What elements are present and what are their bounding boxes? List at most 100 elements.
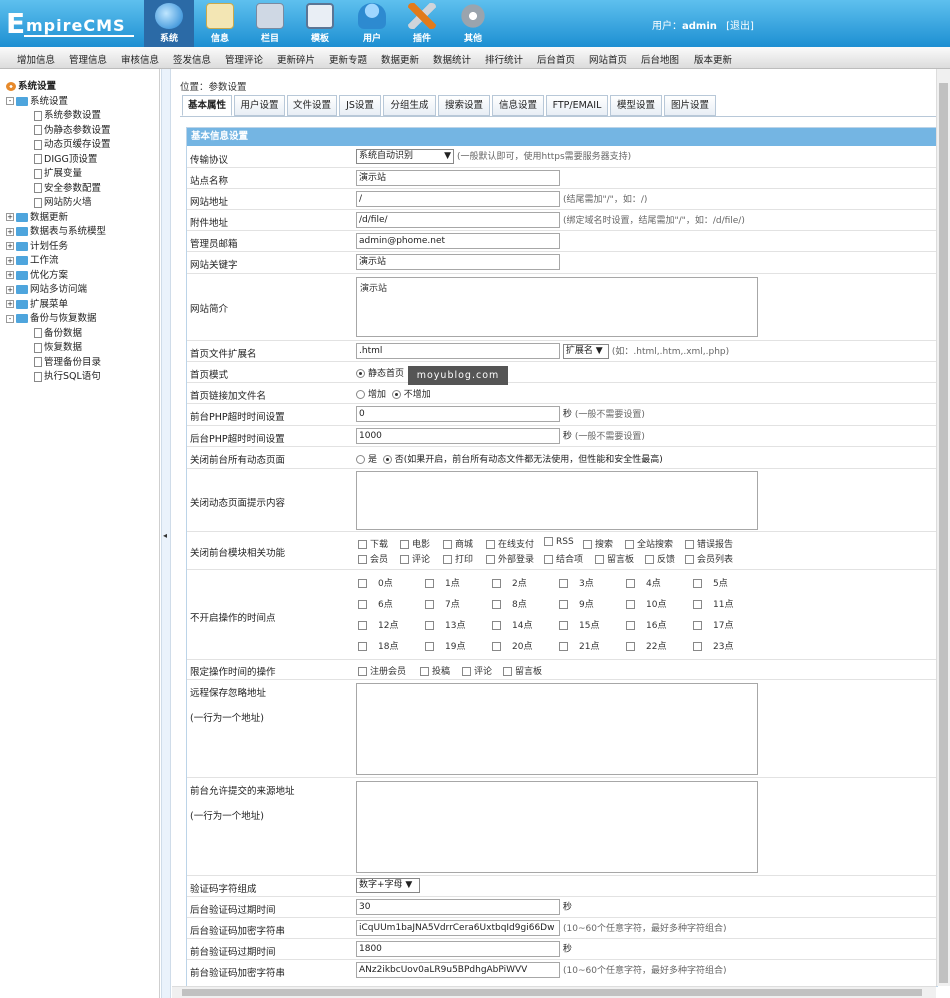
closemod-fullsearch[interactable]: 全站搜索 [625,537,673,550]
hour-checkbox[interactable]: 12点 [358,618,398,631]
collapse-icon[interactable]: - [6,314,14,323]
limitop-contribute[interactable]: 投稿 [420,664,450,677]
menu-data-update[interactable]: 数据更新 [381,52,419,66]
menu-update-fragments[interactable]: 更新碎片 [277,52,315,66]
expand-icon[interactable]: + [6,213,14,221]
tree-leaf[interactable]: 管理备份目录 [34,354,101,368]
closemod-download[interactable]: 下载 [358,537,388,550]
closemod-feedback[interactable]: 反馈 [645,552,675,565]
hour-checkbox[interactable]: 5点 [693,576,728,589]
hour-checkbox[interactable]: 14点 [492,618,532,631]
hour-checkbox[interactable]: 15点 [559,618,599,631]
siteurl-input[interactable]: / [356,191,560,207]
hour-checkbox[interactable]: 19点 [425,639,465,652]
closemod-pay[interactable]: 在线支付 [486,537,534,550]
topnav-other[interactable]: 其他 [448,0,498,47]
tab-ftp-email[interactable]: FTP/EMAIL [546,95,608,116]
tab-search[interactable]: 搜索设置 [438,95,490,116]
tree-leaf[interactable]: 系统参数设置 [34,107,101,121]
hour-checkbox[interactable]: 3点 [559,576,594,589]
remoteignore-textarea[interactable] [356,683,758,775]
closemod-print[interactable]: 打印 [443,552,473,565]
expand-icon[interactable]: + [6,271,14,279]
vertical-scrollbar[interactable] [936,69,950,986]
intro-textarea[interactable]: 演示站 [356,277,758,337]
expand-icon[interactable]: + [6,227,14,236]
menu-admin-home[interactable]: 后台首页 [537,52,575,66]
tree-leaf[interactable]: 伪静态参数设置 [34,122,111,136]
topnav-system[interactable]: 系统 [144,0,194,47]
closemod-extlogin[interactable]: 外部登录 [486,552,534,565]
expand-icon[interactable]: + [6,242,14,250]
hour-checkbox[interactable]: 2点 [492,576,527,589]
expand-icon[interactable]: + [6,285,14,294]
hour-checkbox[interactable]: 22点 [626,639,666,652]
panel-splitter[interactable]: ◂ [161,69,171,998]
limitop-guestbook[interactable]: 留言板 [503,664,542,677]
tree-folder[interactable]: + 扩展菜单 [6,296,68,310]
tree-leaf[interactable]: DIGG顶设置 [34,151,97,165]
topnav-template[interactable]: 模板 [295,0,345,47]
tab-group-gen[interactable]: 分组生成 [383,95,436,116]
fexpire-input[interactable]: 1800 [356,941,560,957]
ext-select[interactable]: 扩展名 ▼ [562,343,609,359]
tab-model[interactable]: 模型设置 [610,95,662,116]
closemod-shop[interactable]: 商城 [443,537,473,550]
tree-leaf[interactable]: 备份数据 [34,325,82,339]
tree-root[interactable]: 系统设置 [6,78,56,92]
menu-manage-info[interactable]: 管理信息 [69,52,107,66]
tab-js[interactable]: JS设置 [339,95,381,116]
closemod-combo[interactable]: 结合项 [544,552,583,565]
closedyn-yes-radio[interactable] [356,455,365,464]
tree-leaf[interactable]: 安全参数配置 [34,180,101,194]
closemod-movie[interactable]: 电影 [400,537,430,550]
bexpire-input[interactable]: 30 [356,899,560,915]
sitename-input[interactable]: 演示站 [356,170,560,186]
closemod-member[interactable]: 会员 [358,552,388,565]
closemod-error[interactable]: 错误报告 [685,537,733,550]
menu-version-update[interactable]: 版本更新 [694,52,732,66]
tree-folder[interactable]: - 系统设置 [6,93,68,107]
menu-update-topics[interactable]: 更新专题 [329,52,367,66]
expand-icon[interactable]: + [6,300,14,308]
hour-checkbox[interactable]: 8点 [492,597,527,610]
tab-basic[interactable]: 基本属性 [182,95,232,116]
menu-manage-comments[interactable]: 管理评论 [225,52,263,66]
tab-info[interactable]: 信息设置 [492,95,544,116]
tab-image[interactable]: 图片设置 [664,95,716,116]
expand-icon[interactable]: + [6,256,14,265]
allowsrc-textarea[interactable] [356,781,758,873]
closemod-search[interactable]: 搜索 [583,537,613,550]
hour-checkbox[interactable]: 0点 [358,576,393,589]
attachurl-input[interactable]: /d/file/ [356,212,560,228]
collapse-icon[interactable]: - [6,97,14,105]
tree-leaf[interactable]: 扩展变量 [34,165,82,179]
closemod-memberlist[interactable]: 会员列表 [685,552,733,565]
closemod-comment[interactable]: 评论 [400,552,430,565]
tree-leaf[interactable]: 执行SQL语句 [34,368,101,382]
tree-folder[interactable]: + 数据表与系统模型 [6,223,106,237]
homelink-noadd-radio[interactable] [391,390,401,399]
hour-checkbox[interactable]: 7点 [425,597,460,610]
hour-checkbox[interactable]: 11点 [693,597,733,610]
closedyn-no-radio[interactable] [382,455,392,464]
hour-checkbox[interactable]: 18点 [358,639,398,652]
topnav-info[interactable]: 信息 [195,0,245,47]
hour-checkbox[interactable]: 1点 [425,576,460,589]
hour-checkbox[interactable]: 10点 [626,597,666,610]
limitop-register[interactable]: 注册会员 [358,664,406,677]
ext-input[interactable]: .html [356,343,560,359]
hour-checkbox[interactable]: 17点 [693,618,733,631]
tree-leaf[interactable]: 网站防火墙 [34,194,92,208]
email-input[interactable]: admin@phome.net [356,233,560,249]
tab-user[interactable]: 用户设置 [234,95,285,116]
hour-checkbox[interactable]: 16点 [626,618,666,631]
closemod-guestbook[interactable]: 留言板 [595,552,634,565]
tree-folder[interactable]: + 数据更新 [6,209,68,223]
menu-add-info[interactable]: 增加信息 [17,52,55,66]
phptimeout-input[interactable]: 0 [356,406,560,422]
hour-checkbox[interactable]: 23点 [693,639,733,652]
tree-folder[interactable]: + 优化方案 [6,267,68,281]
closemsg-textarea[interactable] [356,471,758,530]
menu-site-home[interactable]: 网站首页 [589,52,627,66]
